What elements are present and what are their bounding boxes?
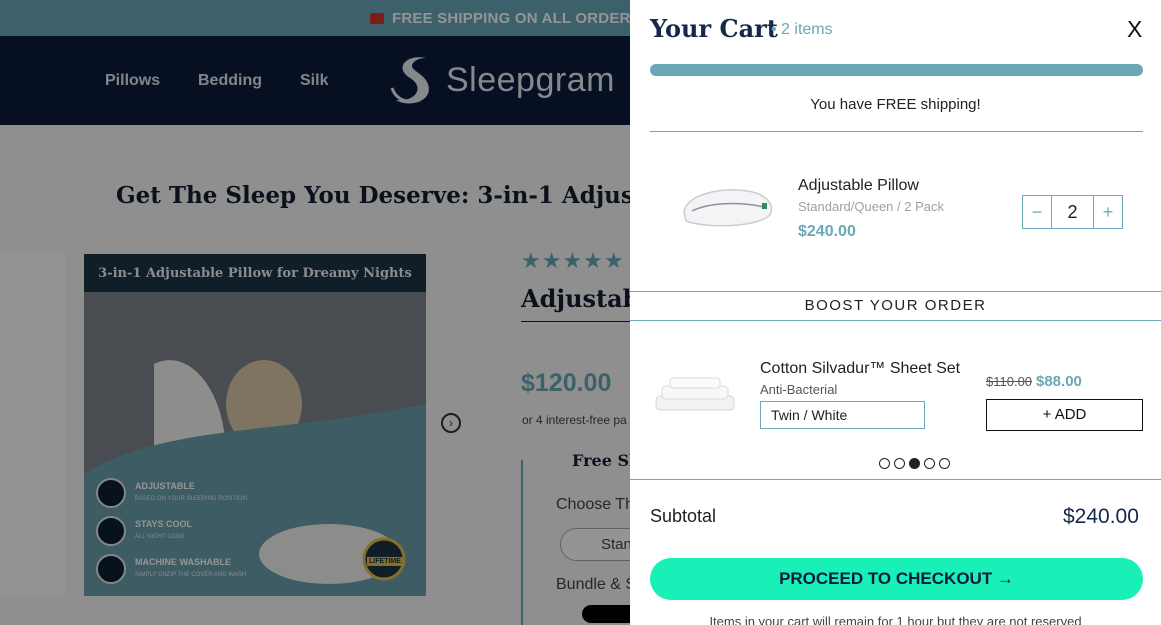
sheet-set-thumbnail[interactable] — [652, 374, 738, 418]
upsell-product-name[interactable]: Cotton Silvadur™ Sheet Set — [760, 360, 960, 378]
subtotal-value: $240.00 — [1063, 505, 1139, 528]
page-overlay[interactable] — [0, 0, 630, 625]
carousel-dot-5[interactable] — [939, 458, 950, 469]
carousel-dot-1[interactable] — [879, 458, 890, 469]
checkout-button[interactable]: PROCEED TO CHECKOUT → — [650, 558, 1143, 600]
line-item-name[interactable]: Adjustable Pillow — [798, 177, 919, 195]
boost-order-heading: BOOST YOUR ORDER — [630, 291, 1161, 321]
upsell-carousel-dots — [879, 458, 954, 469]
upsell-variant-select[interactable]: Twin / White — [760, 401, 925, 429]
adjustable-pillow-thumbnail[interactable] — [678, 181, 778, 233]
upsell-add-button[interactable]: + ADD — [986, 399, 1143, 431]
quantity-value[interactable]: 2 — [1051, 196, 1094, 228]
shipping-progress-bar — [650, 64, 1143, 76]
carousel-dot-4[interactable] — [924, 458, 935, 469]
shipping-message: You have FREE shipping! — [810, 96, 981, 113]
shipping-divider — [650, 131, 1143, 132]
cart-title: Your Cart — [650, 14, 778, 43]
decrease-quantity-button[interactable]: − — [1023, 196, 1051, 228]
line-item-price: $240.00 — [798, 223, 856, 240]
cart-drawer: Your Cart • 2 items X You have FREE ship… — [630, 0, 1161, 625]
quantity-stepper: − 2 + — [1022, 195, 1123, 229]
line-item-variant: Standard/Queen / 2 Pack — [798, 199, 944, 214]
increase-quantity-button[interactable]: + — [1094, 196, 1122, 228]
upsell-product-subtitle: Anti-Bacterial — [760, 382, 838, 397]
cart-item-count: • 2 items — [771, 21, 833, 38]
upsell-original-price: $110.00 — [986, 374, 1033, 389]
upsell-sale-price: $88.00 — [1036, 373, 1082, 390]
carousel-dot-2[interactable] — [894, 458, 905, 469]
close-cart-button[interactable]: X — [1127, 16, 1142, 43]
cart-reservation-note: Items in your cart will remain for 1 hou… — [709, 614, 1082, 625]
subtotal-label: Subtotal — [650, 506, 717, 526]
carousel-dot-3[interactable] — [909, 458, 920, 469]
subtotal-divider — [630, 479, 1161, 480]
